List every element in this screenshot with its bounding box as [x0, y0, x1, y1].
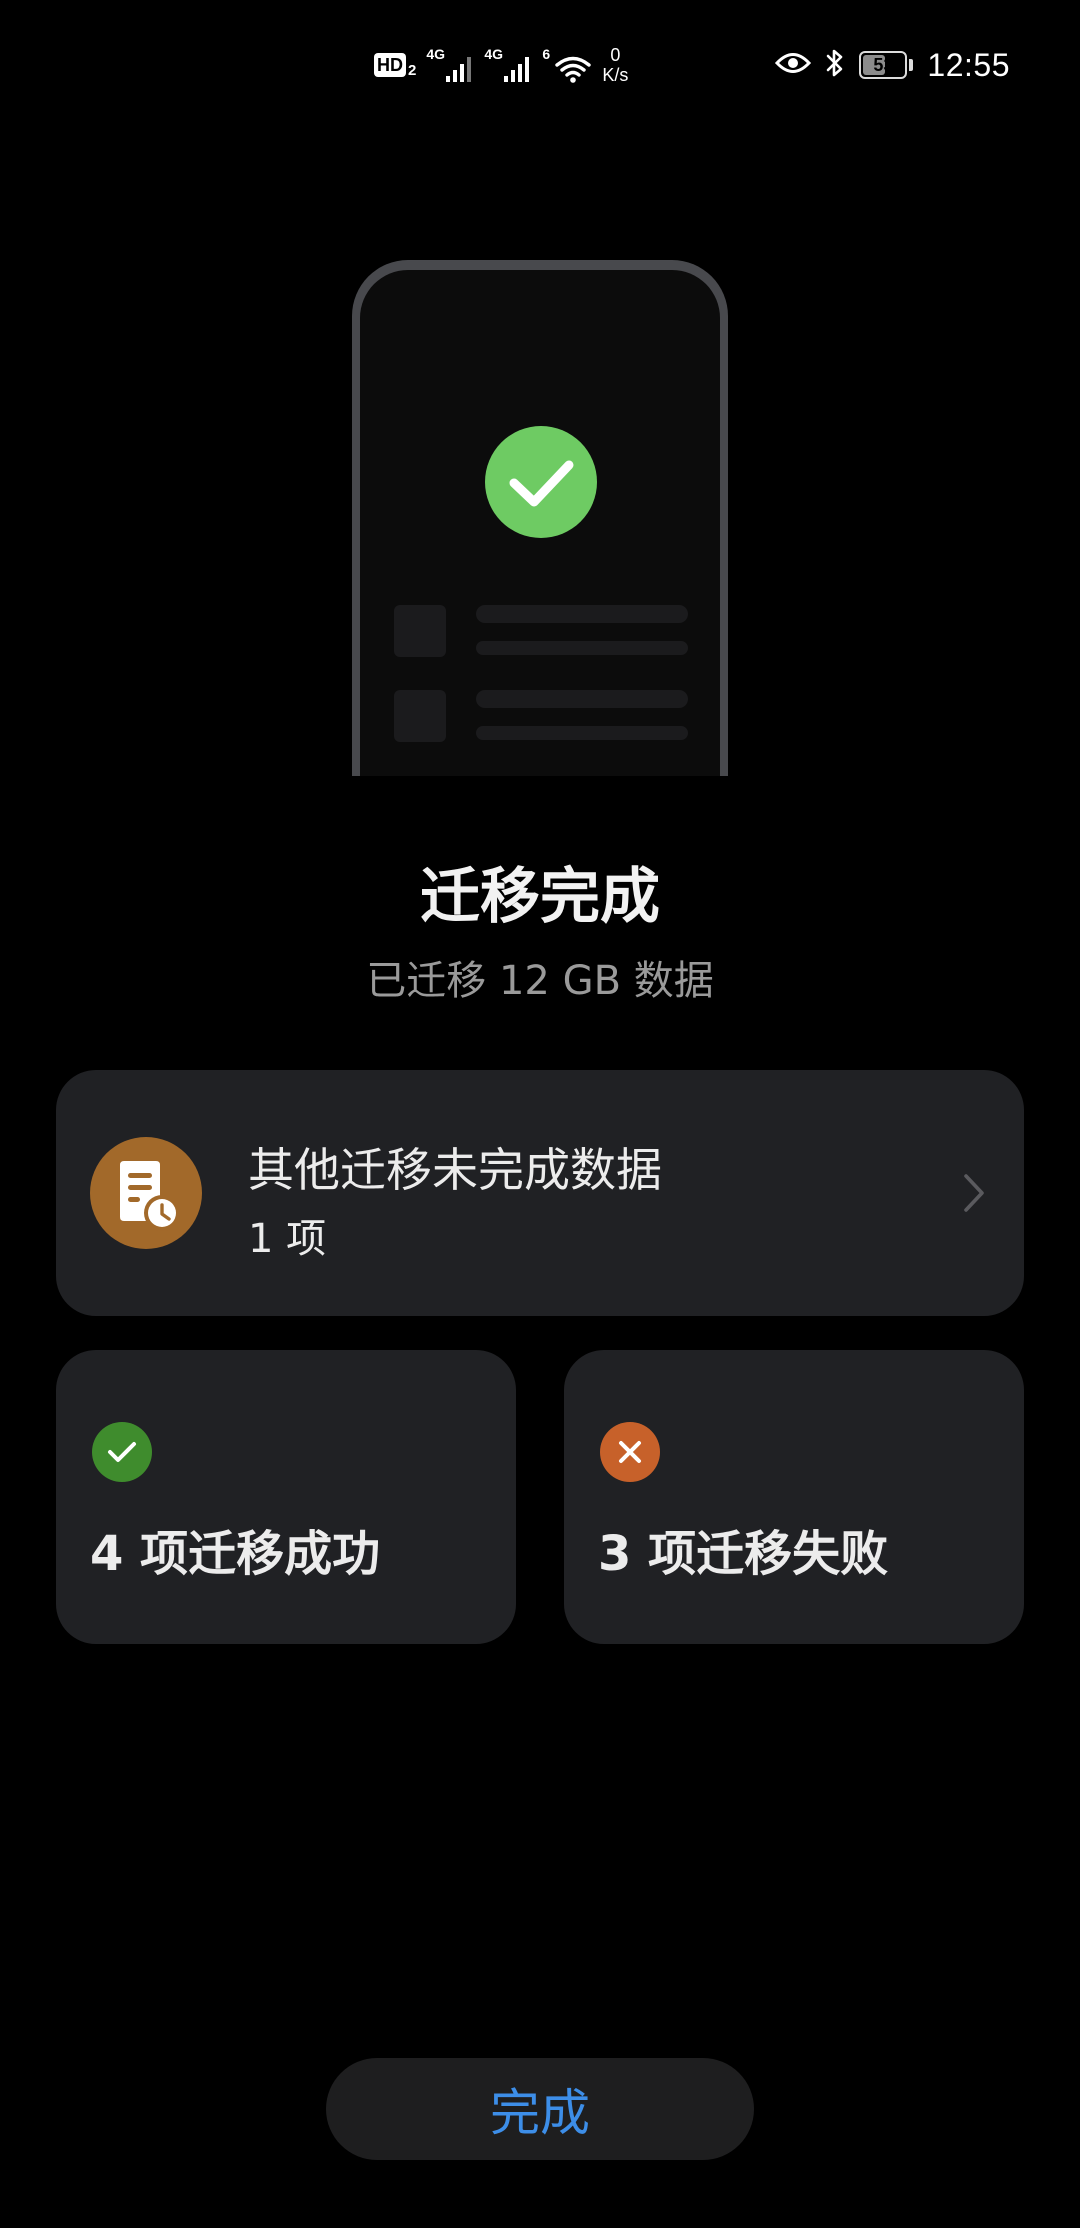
done-button[interactable]: 完成	[326, 2058, 754, 2160]
battery-level: 53	[873, 54, 894, 75]
pending-data-card[interactable]: 其他迁移未完成数据 1 项	[56, 1070, 1024, 1316]
check-circle-icon	[485, 426, 597, 538]
placeholder-thumb-1	[394, 605, 446, 657]
bluetooth-icon	[825, 47, 845, 83]
page-subtitle: 已迁移 12 GB 数据	[366, 958, 714, 1004]
chevron-right-icon	[960, 1172, 988, 1214]
battery-tip	[909, 59, 914, 71]
network-speed: 0 K/s	[602, 45, 628, 85]
migration-failed-card[interactable]: 3 项迁移失败	[564, 1350, 1024, 1644]
wifi-icon: 6	[542, 46, 592, 84]
cell-signal-2-icon: 4G	[484, 46, 532, 84]
document-clock-icon	[90, 1137, 202, 1249]
hd-voice-icon: HD 2	[374, 52, 416, 79]
placeholder-line-1b	[476, 641, 688, 655]
placeholder-line-2a	[476, 690, 688, 708]
close-icon	[600, 1422, 660, 1482]
eye-icon	[775, 50, 812, 80]
migration-success-label: 4 项迁移成功	[90, 1526, 381, 1582]
migration-success-card[interactable]: 4 项迁移成功	[56, 1350, 516, 1644]
phone-illustration	[352, 260, 728, 776]
hd-label: HD	[374, 53, 406, 77]
network-speed-unit: K/s	[602, 65, 629, 85]
pending-data-title: 其他迁移未完成数据	[248, 1143, 662, 1197]
check-icon	[92, 1422, 152, 1482]
clock: 12:55	[927, 46, 1010, 83]
placeholder-line-2b	[476, 726, 688, 740]
hd-sub-label: 2	[408, 61, 417, 79]
battery-icon: 53	[859, 51, 914, 79]
pending-data-count: 1 项	[248, 1216, 327, 1262]
signal-2-type: 4G	[484, 46, 504, 62]
page-title: 迁移完成	[420, 862, 660, 932]
status-bar-left: HD 2 4G 4G 6 0 K/s	[374, 42, 628, 88]
placeholder-line-1a	[476, 605, 688, 623]
migration-complete-screen: HD 2 4G 4G 6 0 K/s 53 12:55 迁移完成 已迁移 12 …	[0, 0, 1080, 2228]
network-speed-value: 0	[610, 45, 621, 65]
placeholder-thumb-2	[394, 690, 446, 742]
migration-failed-label: 3 项迁移失败	[598, 1526, 889, 1582]
signal-1-type: 4G	[426, 46, 446, 62]
cell-signal-icon: 4G	[426, 46, 474, 84]
status-bar: HD 2 4G 4G 6 0 K/s 53 12:55	[0, 0, 1080, 120]
wifi-type: 6	[542, 46, 551, 62]
battery-body: 53	[859, 51, 908, 79]
status-bar-right: 53 12:55	[775, 42, 1010, 88]
